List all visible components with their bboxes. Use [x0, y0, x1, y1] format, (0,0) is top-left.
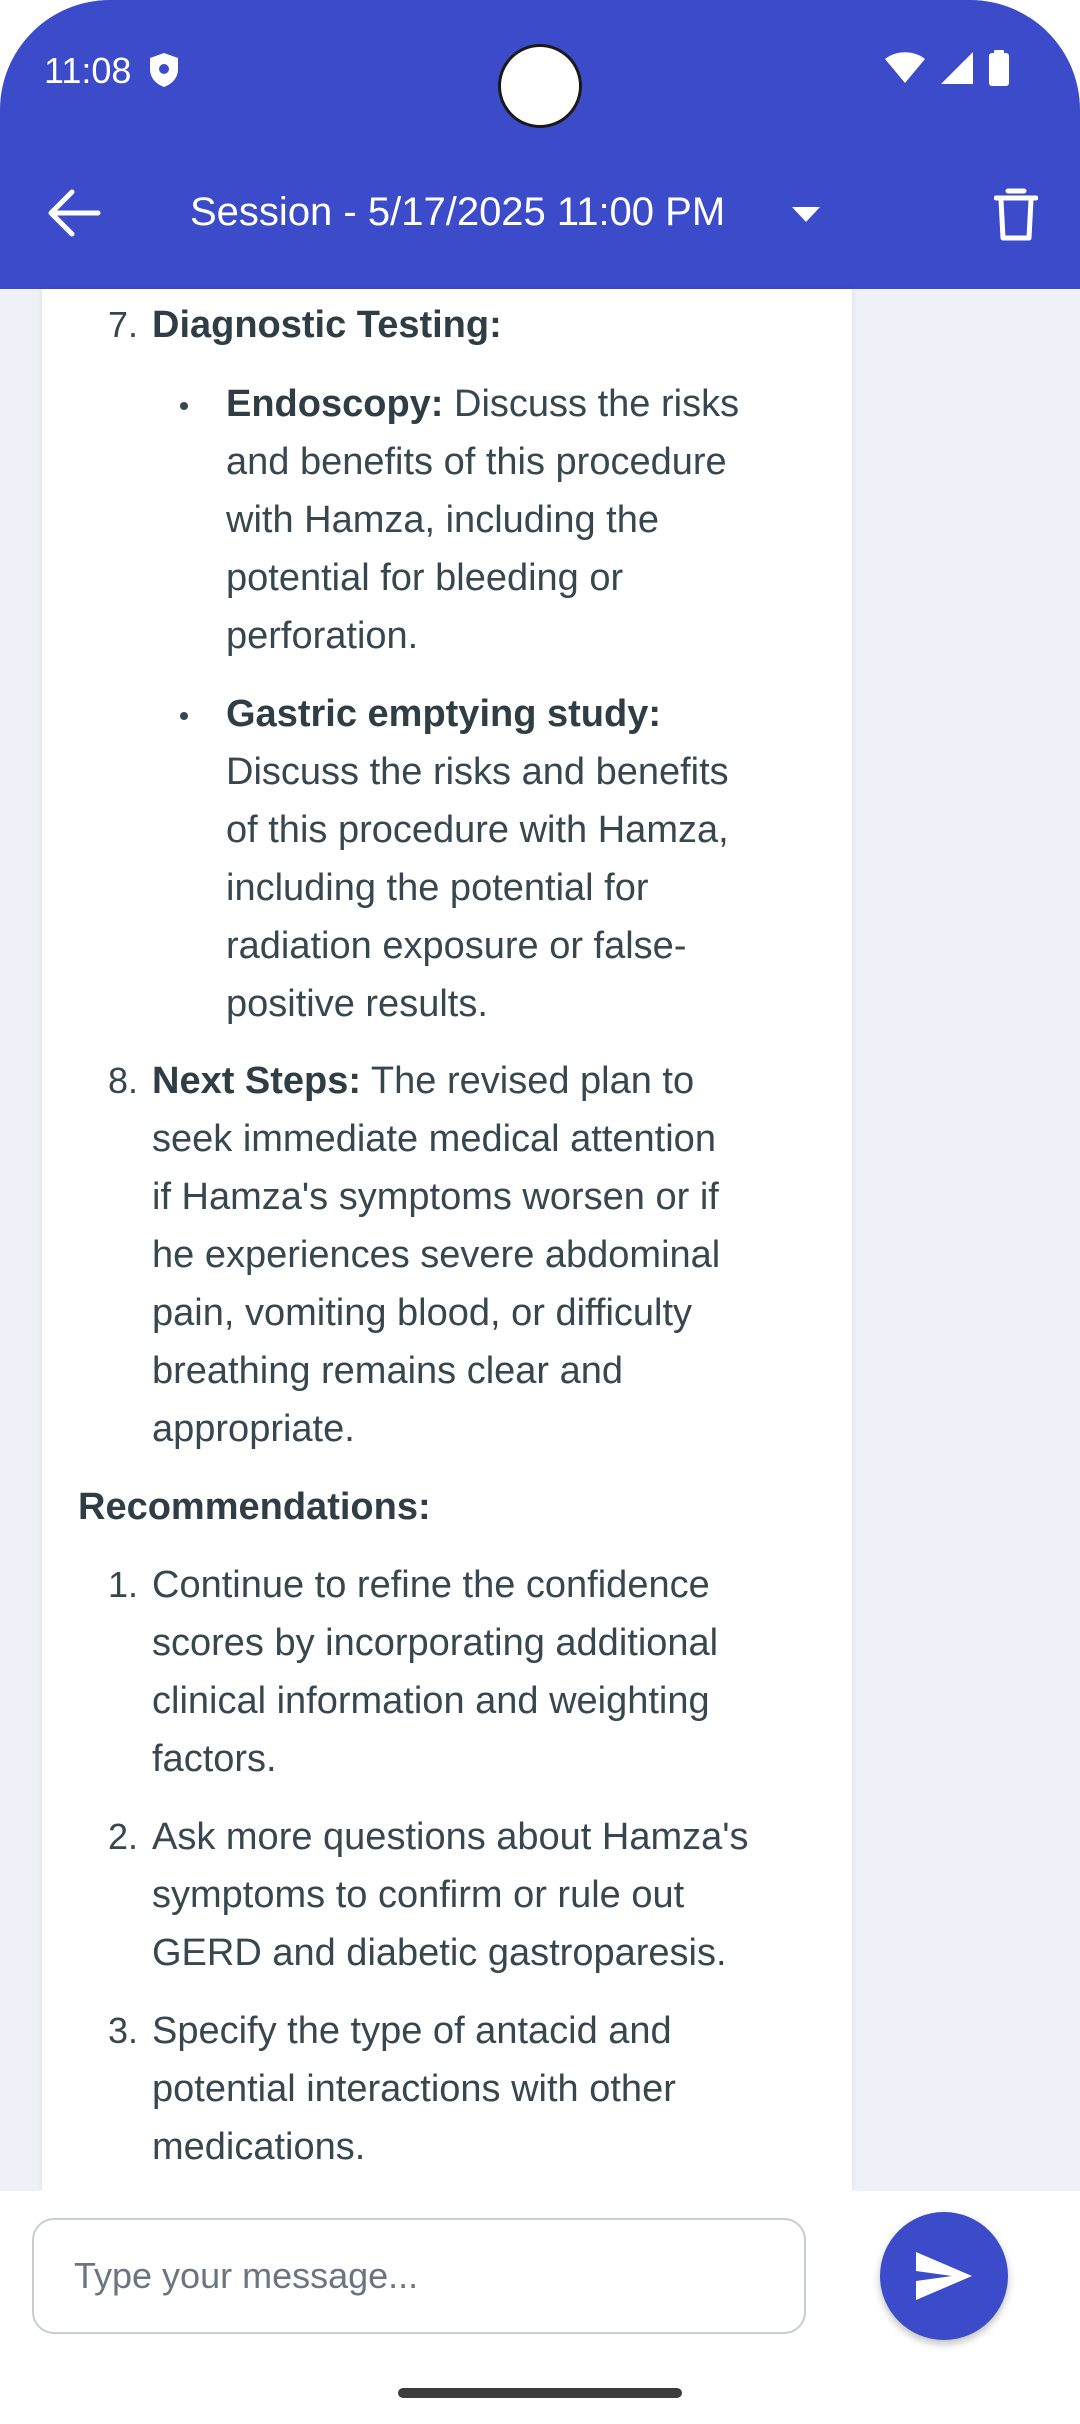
list-number: 2.	[108, 1816, 139, 1857]
text-line: The revised plan to	[361, 1060, 695, 1102]
status-time: 11:08	[44, 50, 132, 91]
text-line: including the potential for	[226, 867, 649, 909]
wifi-icon	[885, 52, 925, 83]
text-line: of this procedure with Hamza,	[226, 809, 729, 851]
text-line: factors.	[152, 1738, 277, 1780]
bullet-marker	[180, 402, 188, 410]
item-title: Diagnostic Testing:	[152, 304, 502, 346]
text-line: perforation.	[226, 615, 419, 657]
message-input[interactable]	[32, 2218, 806, 2334]
item-label: Next Steps:	[152, 1060, 362, 1102]
text-line: Discuss the risks and benefits	[226, 751, 729, 793]
text-line: symptoms to confirm or rule out	[152, 1874, 685, 1916]
text-line: positive results.	[226, 983, 488, 1025]
phone-screen: 11:08 Session - 5/17/2025 11:00 PM 7. Di…	[0, 0, 1080, 2424]
session-title[interactable]: Session - 5/17/2025 11:00 PM	[190, 190, 725, 235]
trash-icon[interactable]	[994, 188, 1038, 242]
battery-icon	[989, 50, 1009, 86]
text-line: seek immediate medical attention	[152, 1118, 716, 1160]
text-line: clinical information and weighting	[152, 1680, 710, 1722]
text-line: if Hamza's symptoms worsen or if	[152, 1176, 719, 1218]
list-item: Next Steps: The revised plan to	[152, 1052, 694, 1110]
list-item: Endoscopy: Discuss the risks	[226, 375, 739, 433]
text-line: medications.	[152, 2126, 366, 2168]
bullet-label: Endoscopy:	[226, 383, 444, 425]
list-number: 8.	[108, 1060, 139, 1101]
section-heading: Recommendations:	[78, 1486, 431, 1528]
send-icon	[916, 2252, 972, 2300]
text-line: Discuss the risks	[443, 383, 740, 425]
bullet-marker	[180, 712, 188, 720]
status-icons	[884, 50, 1010, 86]
list-number: 1.	[108, 1564, 139, 1605]
list-number: 3.	[108, 2010, 139, 2051]
text-line: he experiences severe abdominal	[152, 1234, 721, 1276]
list-number: 7.	[108, 304, 139, 345]
text-line: Continue to refine the confidence	[152, 1564, 710, 1606]
back-arrow-icon[interactable]	[46, 188, 102, 238]
text-line: Ask more questions about Hamza's	[152, 1816, 749, 1858]
text-line: potential for bleeding or	[226, 557, 624, 599]
text-line: potential interactions with other	[152, 2068, 676, 2110]
dropdown-caret-icon[interactable]	[790, 205, 822, 225]
text-line: appropriate.	[152, 1408, 355, 1450]
home-indicator[interactable]	[398, 2388, 682, 2398]
text-line: radiation exposure or false-	[226, 925, 687, 967]
text-line: with Hamza, including the	[226, 499, 659, 541]
app-header: 11:08 Session - 5/17/2025 11:00 PM	[0, 0, 1080, 289]
text-line: pain, vomiting blood, or difficulty	[152, 1292, 693, 1334]
text-line: Specify the type of antacid and	[152, 2010, 672, 2052]
signal-icon	[941, 52, 973, 84]
text-line: GERD and diabetic gastroparesis.	[152, 1932, 727, 1974]
text-line: scores by incorporating additional	[152, 1622, 719, 1664]
send-button[interactable]	[880, 2212, 1008, 2340]
text-line: and benefits of this procedure	[226, 441, 727, 483]
bullet-label: Gastric emptying study:	[226, 693, 661, 735]
shield-icon	[150, 53, 178, 87]
front-camera	[498, 44, 582, 128]
text-line: breathing remains clear and	[152, 1350, 624, 1392]
